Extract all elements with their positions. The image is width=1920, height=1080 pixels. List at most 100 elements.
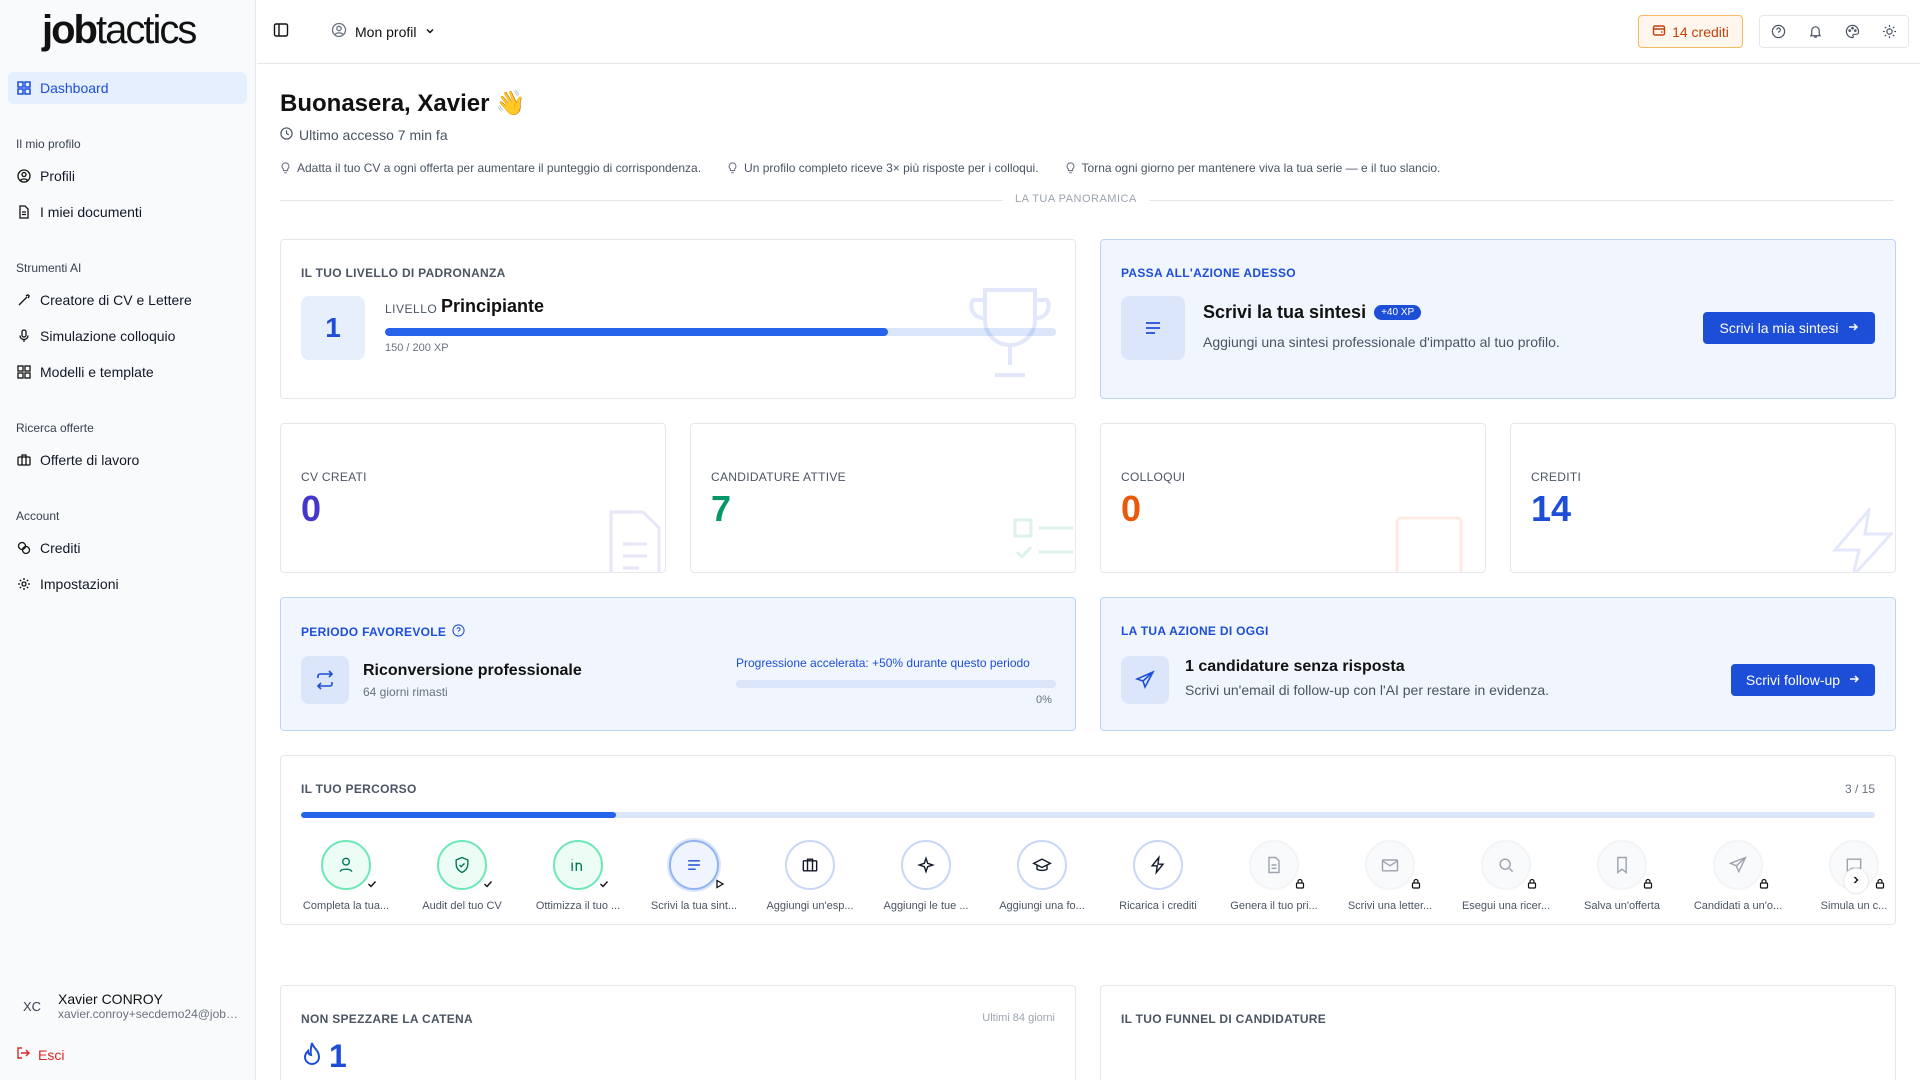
- path-step[interactable]: Aggiungi una fo...: [989, 840, 1095, 924]
- sparkles-icon: [917, 856, 935, 874]
- check-icon: [483, 879, 493, 892]
- clock-icon: [280, 127, 293, 143]
- stat-value: 0: [1121, 488, 1142, 529]
- path-step[interactable]: Esegui una ricer...: [1453, 840, 1559, 924]
- palette-icon[interactable]: [1834, 16, 1871, 47]
- user-icon: [339, 857, 353, 873]
- streak-card: NON SPEZZARE LA CATENA Ultimi 84 giorni …: [280, 985, 1076, 1080]
- mastery-card: IL TUO LIVELLO DI PADRONANZA 1 LIVELLO P…: [280, 239, 1076, 399]
- help-icon[interactable]: [452, 624, 465, 640]
- sidebar-item-label: Crediti: [40, 540, 81, 556]
- search-icon: [1499, 858, 1514, 873]
- last-access: Ultimo accesso 7 min fa: [280, 127, 448, 143]
- main-content: Buonasera, Xavier 👋 Ultimo accesso 7 min…: [257, 65, 1920, 1080]
- sidebar-item-creatore[interactable]: Creatore di CV e Lettere: [8, 284, 247, 316]
- document-icon: [1268, 856, 1280, 874]
- step-circle: [901, 840, 951, 890]
- write-summary-button[interactable]: Scrivi la mia sintesi: [1703, 312, 1875, 344]
- step-label: Esegui una ricer...: [1461, 900, 1551, 912]
- favorable-period-card: PERIODO FAVOREVOLE Riconversione profess…: [280, 597, 1076, 731]
- step-circle: [669, 840, 725, 890]
- card-label: IL TUO PERCORSO: [301, 782, 417, 796]
- graduation-cap-icon: [1032, 858, 1052, 872]
- stat-card-cv: CV CREATI 0: [280, 423, 666, 573]
- sidebar-section-profile: Il mio profilo: [16, 137, 81, 151]
- last-access-text: Ultimo accesso 7 min fa: [299, 127, 448, 143]
- path-step[interactable]: Scrivi una letter...: [1337, 840, 1443, 924]
- check-icon: [367, 879, 377, 892]
- bolt-icon: [1831, 508, 1895, 572]
- path-step[interactable]: Completa la tua...: [293, 840, 399, 924]
- sidebar-item-simulazione[interactable]: Simulazione colloquio: [8, 320, 247, 352]
- write-followup-button[interactable]: Scrivi follow-up: [1731, 664, 1875, 696]
- help-icon[interactable]: [1760, 16, 1797, 47]
- xp-badge: +40 XP: [1374, 305, 1422, 320]
- logout-button[interactable]: Esci: [16, 1046, 64, 1063]
- user-menu[interactable]: XC Xavier CONROY xavier.conroy+secdemo24…: [16, 990, 240, 1022]
- step-circle: [1017, 840, 1067, 890]
- sun-icon[interactable]: [1871, 16, 1908, 47]
- step-circle: [437, 840, 493, 890]
- coins-icon: [16, 540, 32, 556]
- sidebar-item-modelli[interactable]: Modelli e template: [8, 356, 247, 388]
- path-card: IL TUO PERCORSO 3 / 15 Completa la tua..…: [280, 755, 1896, 925]
- bell-icon[interactable]: [1797, 16, 1834, 47]
- sidebar-item-label: Simulazione colloquio: [40, 328, 176, 344]
- step-label: Completa la tua...: [302, 900, 390, 912]
- lock-icon: [1643, 878, 1653, 892]
- path-step[interactable]: Scrivi la tua sint...: [641, 840, 747, 924]
- scroll-right-button[interactable]: [1843, 868, 1869, 894]
- stat-label: COLLOQUI: [1121, 470, 1186, 484]
- level-name: Principiante: [441, 296, 545, 316]
- card-label: NON SPEZZARE LA CATENA: [301, 1012, 473, 1026]
- path-step[interactable]: Genera il tuo pri...: [1221, 840, 1327, 924]
- sidebar-item-offerte[interactable]: Offerte di lavoro: [8, 444, 247, 476]
- step-label: Audit del tuo CV: [422, 900, 502, 912]
- action-title: Scrivi la tua sintesi +40 XP: [1203, 302, 1422, 323]
- path-step[interactable]: Ottimizza il tuo ...: [525, 840, 631, 924]
- profile-dropdown[interactable]: Mon profil: [331, 22, 436, 41]
- waving-hand-icon: 👋: [495, 90, 526, 117]
- path-step[interactable]: Salva un'offerta: [1569, 840, 1675, 924]
- tips-row: Adatta il tuo CV a ogni offerta per aume…: [280, 161, 1440, 175]
- path-step[interactable]: Ricarica i crediti: [1105, 840, 1211, 924]
- sidebar-item-label: Profili: [40, 168, 76, 184]
- tip-item: Torna ogni giorno per mantenere viva la …: [1065, 161, 1440, 175]
- gear-icon: [16, 576, 32, 592]
- step-circle: [785, 840, 835, 890]
- today-title: 1 candidature senza risposta: [1185, 658, 1405, 675]
- xp-progress-bar: [385, 328, 1056, 336]
- magic-wand-icon: [16, 292, 32, 308]
- stat-label: CANDIDATURE ATTIVE: [711, 470, 846, 484]
- path-step[interactable]: Aggiungi un'esp...: [757, 840, 863, 924]
- streak-range: Ultimi 84 giorni: [982, 1012, 1055, 1024]
- path-step[interactable]: Audit del tuo CV: [409, 840, 515, 924]
- page-title: Buonasera, Xavier 👋: [280, 89, 525, 118]
- trophy-icon: [969, 288, 1051, 377]
- logo[interactable]: jobtactics: [42, 8, 197, 53]
- lightbulb-icon: [1065, 162, 1076, 174]
- user-name: Xavier CONROY: [58, 991, 164, 1007]
- path-step[interactable]: Aggiungi le tue ...: [873, 840, 979, 924]
- favorable-title: Riconversione professionale: [363, 662, 582, 679]
- briefcase-icon: [802, 858, 818, 872]
- sidebar-item-impostazioni[interactable]: Impostazioni: [8, 568, 247, 600]
- card-label: PASSA ALL'AZIONE ADESSO: [1121, 266, 1296, 280]
- chevron-right-icon: [1851, 872, 1861, 890]
- credits-button[interactable]: 14 crediti: [1638, 15, 1743, 48]
- flame-icon: [301, 1041, 323, 1072]
- sidebar-item-profili[interactable]: Profili: [8, 160, 247, 192]
- credits-label: 14 crediti: [1672, 23, 1729, 40]
- sidebar-item-dashboard[interactable]: Dashboard: [8, 72, 247, 104]
- sidebar-toggle-icon[interactable]: [273, 22, 289, 43]
- avatar: XC: [22, 998, 42, 1014]
- sidebar-item-crediti[interactable]: Crediti: [8, 532, 247, 564]
- path-step[interactable]: Candidati a un'o...: [1685, 840, 1791, 924]
- sidebar-item-label: Impostazioni: [40, 576, 119, 592]
- stat-card-applications: CANDIDATURE ATTIVE 7: [690, 423, 1076, 573]
- step-label: Scrivi la tua sint...: [650, 900, 738, 912]
- funnel-card: IL TUO FUNNEL DI CANDIDATURE: [1100, 985, 1896, 1080]
- send-icon: [1121, 656, 1169, 704]
- sidebar-item-documenti[interactable]: I miei documenti: [8, 196, 247, 228]
- chevron-down-icon: [424, 24, 436, 40]
